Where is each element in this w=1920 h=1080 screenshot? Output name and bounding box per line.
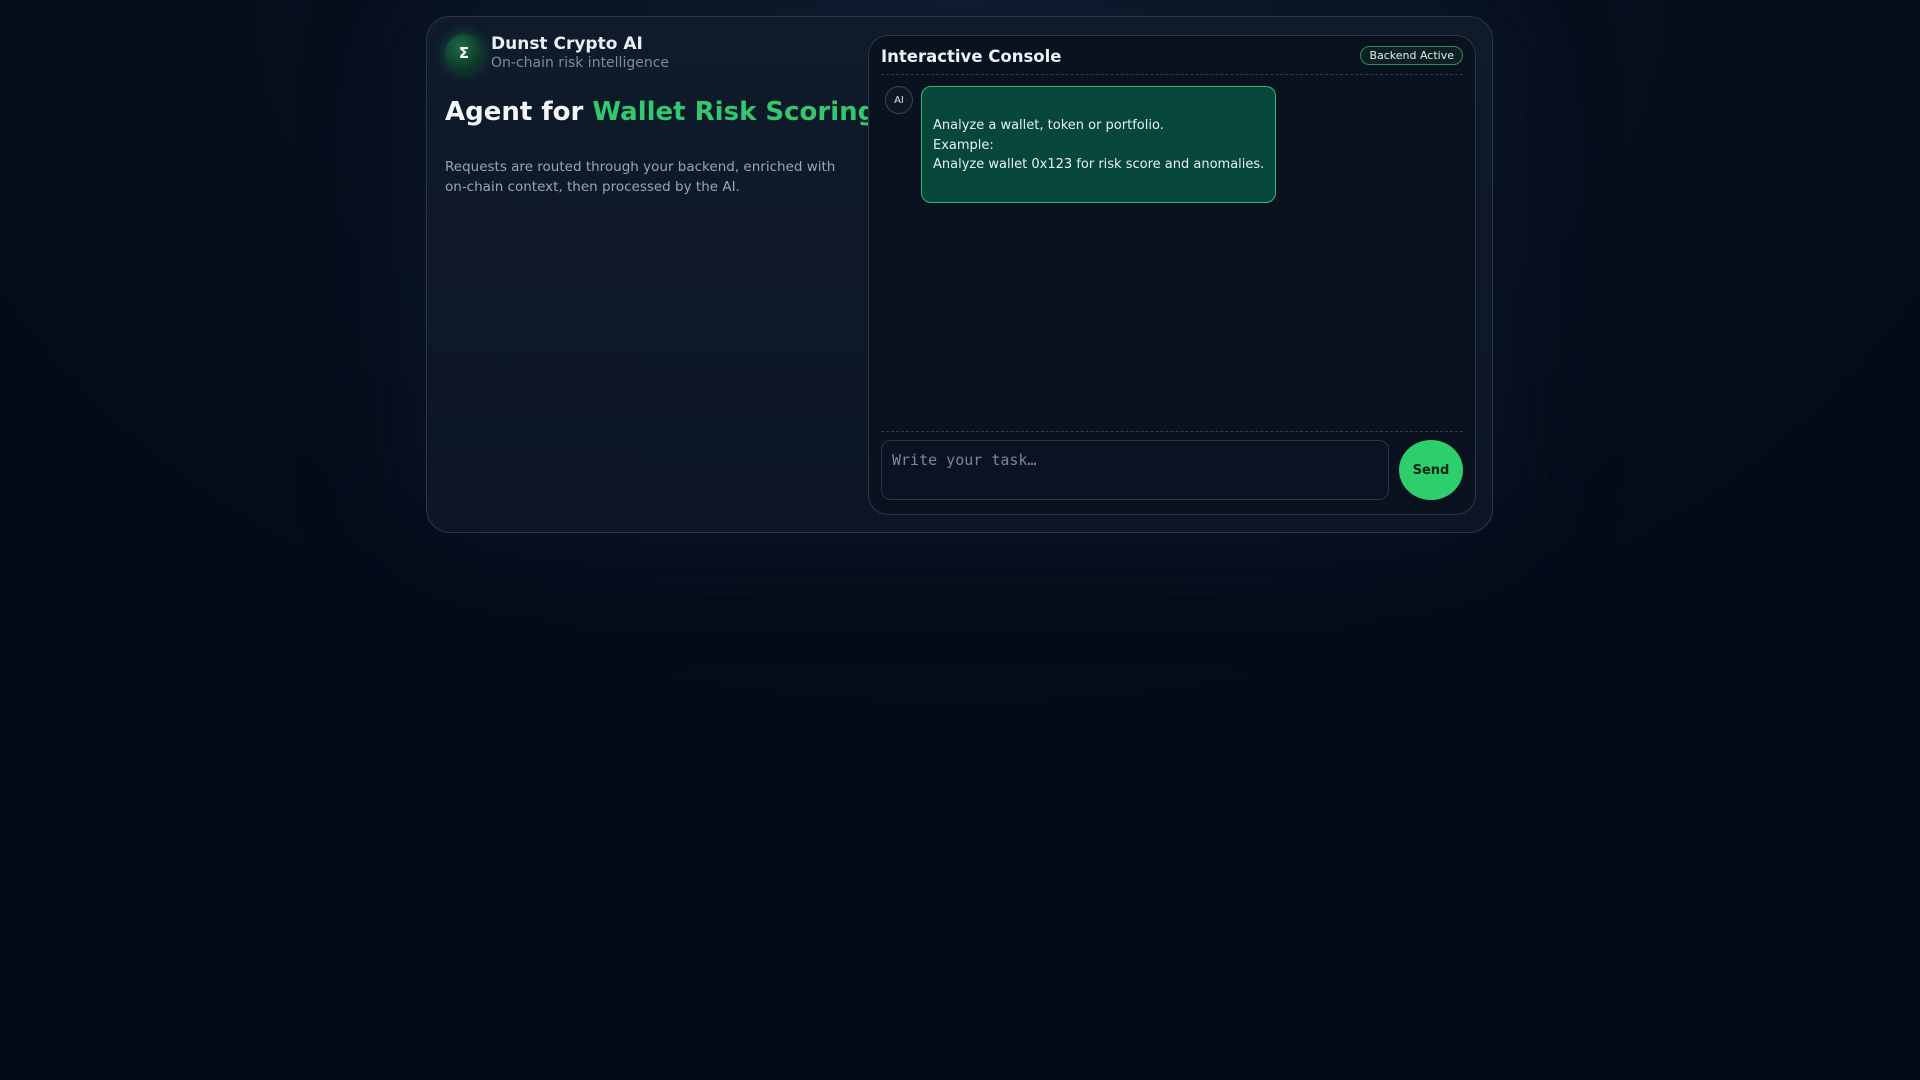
message-list: AI Analyze a wallet, token or portfolio.… bbox=[881, 86, 1463, 436]
headline-prefix: Agent for bbox=[445, 97, 584, 127]
interactive-console: Interactive Console Backend Active AI An… bbox=[868, 35, 1476, 515]
hero-description: Requests are routed through your backend… bbox=[445, 159, 836, 195]
message-row: AI Analyze a wallet, token or portfolio.… bbox=[881, 86, 1463, 203]
brand-subtitle: On-chain risk intelligence bbox=[491, 55, 670, 71]
message-bubble: Analyze a wallet, token or portfolio. Ex… bbox=[921, 86, 1276, 203]
headline-accent: Wallet Risk Scoring bbox=[592, 97, 877, 127]
console-title: Interactive Console bbox=[881, 46, 1062, 66]
sigma-logo-icon: Σ bbox=[445, 34, 483, 72]
brand-name: Dunst Crypto AI bbox=[491, 34, 643, 54]
status-badge: Backend Active bbox=[1360, 45, 1463, 65]
task-input[interactable] bbox=[881, 440, 1389, 500]
console-header: Interactive Console Backend Active bbox=[881, 36, 1463, 75]
brand: Σ Dunst Crypto AI On-chain risk intellig… bbox=[445, 34, 669, 72]
app-card: Σ Dunst Crypto AI On-chain risk intellig… bbox=[426, 16, 1493, 533]
message-line: Analyze a wallet, token or portfolio. bbox=[933, 118, 1164, 133]
message-line: Example: bbox=[933, 137, 994, 153]
brand-text: Dunst Crypto AI On-chain risk intelligen… bbox=[491, 34, 669, 72]
message-line: Analyze wallet 0x123 for risk score and … bbox=[933, 157, 1265, 172]
page-title: Agent for Wallet Risk Scoring bbox=[445, 97, 876, 127]
composer: Send bbox=[881, 431, 1463, 500]
send-button[interactable]: Send bbox=[1399, 440, 1463, 500]
ai-avatar: AI bbox=[885, 86, 913, 114]
